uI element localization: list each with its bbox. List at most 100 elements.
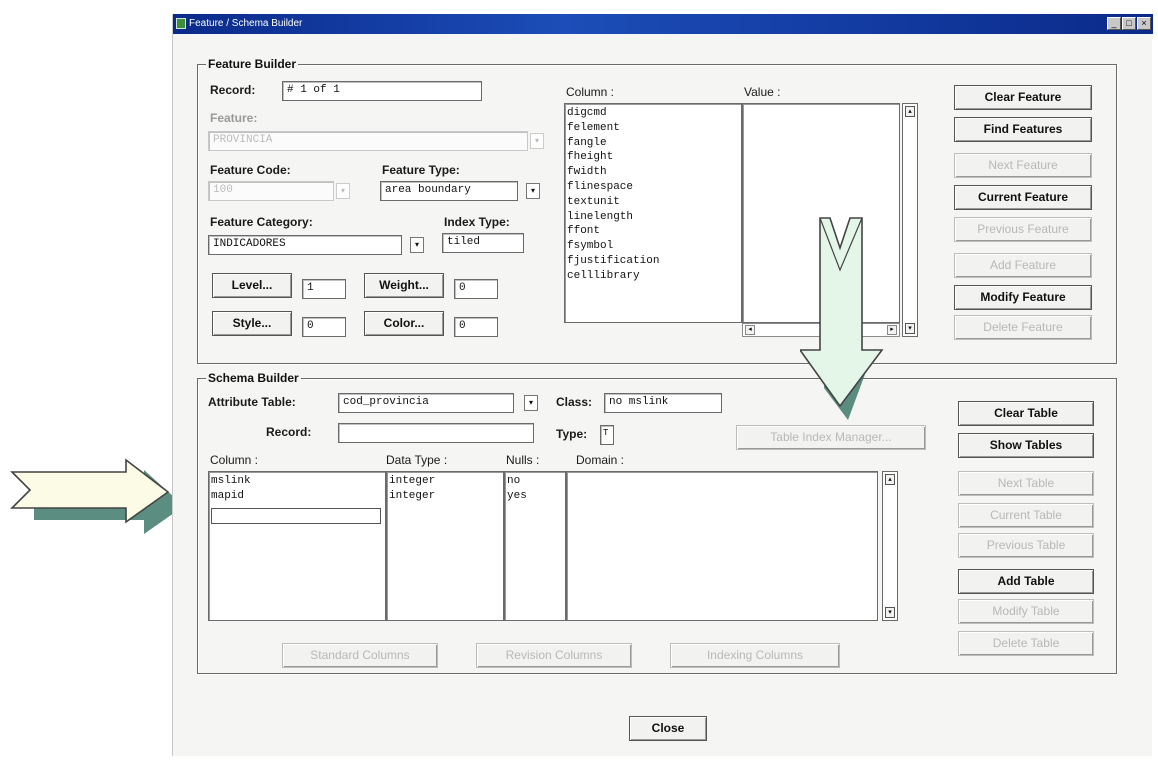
style-field[interactable]: 0 <box>302 317 346 337</box>
list-item[interactable]: fsymbol <box>567 239 739 254</box>
table-cell[interactable]: integer <box>389 474 501 489</box>
title-bar: Feature / Schema Builder _ □ × <box>173 14 1153 34</box>
previous-feature-button[interactable]: Previous Feature <box>954 217 1092 242</box>
feature-code-dropdown-icon[interactable]: ▾ <box>336 183 350 199</box>
new-column-entry[interactable] <box>211 508 381 524</box>
list-item[interactable]: felement <box>567 121 739 136</box>
app-icon <box>176 18 186 29</box>
class-label: Class: <box>556 395 593 409</box>
list-item[interactable]: fjustification <box>567 254 739 269</box>
scroll-up-icon[interactable]: ▴ <box>905 106 915 117</box>
schema-column-list[interactable]: mslink mapid <box>208 471 386 621</box>
add-table-button[interactable]: Add Table <box>958 569 1094 594</box>
domain-list[interactable] <box>566 471 878 621</box>
column-list[interactable]: digcmd felement fangle fheight fwidth fl… <box>564 103 742 323</box>
list-item[interactable]: flinespace <box>567 180 739 195</box>
attribute-table-label: Attribute Table: <box>208 395 296 409</box>
list-item[interactable]: ffont <box>567 224 739 239</box>
scroll-left-icon[interactable]: ◂ <box>745 325 755 335</box>
column-header: Column : <box>566 85 615 99</box>
next-feature-button[interactable]: Next Feature <box>954 153 1092 178</box>
previous-table-button[interactable]: Previous Table <box>958 533 1094 558</box>
indexing-columns-button[interactable]: Indexing Columns <box>670 643 840 668</box>
attribute-table-dropdown-icon[interactable]: ▾ <box>524 395 538 411</box>
feature-builder-group: Feature Builder Record: # 1 of 1 Feature… <box>197 57 1117 364</box>
list-item[interactable]: fwidth <box>567 165 739 180</box>
feature-category-select[interactable]: INDICADORES <box>208 235 402 255</box>
table-row[interactable]: mslink <box>211 474 383 489</box>
schema-vertical-scrollbar[interactable]: ▴ ▾ <box>882 471 898 621</box>
feature-type-select[interactable]: area boundary <box>380 181 518 201</box>
clear-table-button[interactable]: Clear Table <box>958 401 1094 426</box>
class-field[interactable]: no mslink <box>604 393 722 413</box>
feature-code-select[interactable]: 100 <box>208 181 334 201</box>
index-type-field[interactable]: tiled <box>442 233 524 253</box>
close-window-button[interactable]: × <box>1137 17 1151 30</box>
nulls-items: no yes <box>505 472 565 506</box>
maximize-button[interactable]: □ <box>1122 17 1136 30</box>
color-button[interactable]: Color... <box>364 311 444 336</box>
nulls-list[interactable]: no yes <box>504 471 566 621</box>
schema-column-items: mslink mapid <box>209 472 385 506</box>
current-table-button[interactable]: Current Table <box>958 503 1094 528</box>
record-field[interactable]: # 1 of 1 <box>282 81 482 101</box>
table-cell[interactable]: integer <box>389 489 501 504</box>
table-cell[interactable]: no <box>507 474 563 489</box>
color-field[interactable]: 0 <box>454 317 498 337</box>
standard-columns-button[interactable]: Standard Columns <box>282 643 438 668</box>
list-item[interactable]: textunit <box>567 195 739 210</box>
feature-category-dropdown-icon[interactable]: ▾ <box>410 237 424 253</box>
scroll-down-icon[interactable]: ▾ <box>905 323 915 334</box>
close-button[interactable]: Close <box>629 716 707 741</box>
weight-field[interactable]: 0 <box>454 279 498 299</box>
type-field[interactable]: T <box>600 425 614 445</box>
attribute-table-select[interactable]: cod_provincia <box>338 393 514 413</box>
list-item[interactable]: fheight <box>567 150 739 165</box>
modify-feature-button[interactable]: Modify Feature <box>954 285 1092 310</box>
find-features-button[interactable]: Find Features <box>954 117 1092 142</box>
scroll-down-icon[interactable]: ▾ <box>885 607 895 618</box>
delete-table-button[interactable]: Delete Table <box>958 631 1094 656</box>
index-type-label: Index Type: <box>444 215 510 229</box>
scroll-up-icon[interactable]: ▴ <box>885 474 895 485</box>
value-vertical-scrollbar[interactable]: ▴ ▾ <box>902 103 918 337</box>
data-type-items: integer integer <box>387 472 503 506</box>
add-feature-button[interactable]: Add Feature <box>954 253 1092 278</box>
pointer-arrow-icon <box>10 458 184 534</box>
level-field[interactable]: 1 <box>302 279 346 299</box>
feature-builder-legend: Feature Builder <box>206 57 299 71</box>
schema-record-field[interactable] <box>338 423 534 443</box>
schema-builder-group: Schema Builder Attribute Table: cod_prov… <box>197 371 1117 674</box>
list-item[interactable]: celllibrary <box>567 269 739 284</box>
table-row[interactable]: mapid <box>211 489 383 504</box>
data-type-list[interactable]: integer integer <box>386 471 504 621</box>
schema-column-header: Column : <box>210 453 259 467</box>
feature-select[interactable]: PROVINCIA <box>208 131 528 151</box>
feature-type-dropdown-icon[interactable]: ▾ <box>526 183 540 199</box>
delete-feature-button[interactable]: Delete Feature <box>954 315 1092 340</box>
feature-schema-builder-window: Feature / Schema Builder _ □ × Feature B… <box>172 14 1153 756</box>
list-item[interactable]: linelength <box>567 210 739 225</box>
weight-button[interactable]: Weight... <box>364 273 444 298</box>
next-table-button[interactable]: Next Table <box>958 471 1094 496</box>
modify-table-button[interactable]: Modify Table <box>958 599 1094 624</box>
clear-feature-button[interactable]: Clear Feature <box>954 85 1092 110</box>
list-item[interactable]: fangle <box>567 136 739 151</box>
feature-code-label: Feature Code: <box>210 163 291 177</box>
current-feature-button[interactable]: Current Feature <box>954 185 1092 210</box>
table-index-manager-button[interactable]: Table Index Manager... <box>736 425 926 450</box>
revision-columns-button[interactable]: Revision Columns <box>476 643 632 668</box>
style-button[interactable]: Style... <box>212 311 292 336</box>
feature-dropdown-icon[interactable]: ▾ <box>530 133 544 149</box>
record-label: Record: <box>210 83 256 97</box>
show-tables-button[interactable]: Show Tables <box>958 433 1094 458</box>
list-item[interactable]: digcmd <box>567 106 739 121</box>
feature-type-label: Feature Type: <box>382 163 460 177</box>
type-label: Type: <box>556 427 588 441</box>
minimize-button[interactable]: _ <box>1107 17 1121 30</box>
feature-category-label: Feature Category: <box>210 215 313 229</box>
level-button[interactable]: Level... <box>212 273 292 298</box>
down-arrow-icon <box>800 217 884 420</box>
table-cell[interactable]: yes <box>507 489 563 504</box>
data-type-header: Data Type : <box>386 453 448 467</box>
